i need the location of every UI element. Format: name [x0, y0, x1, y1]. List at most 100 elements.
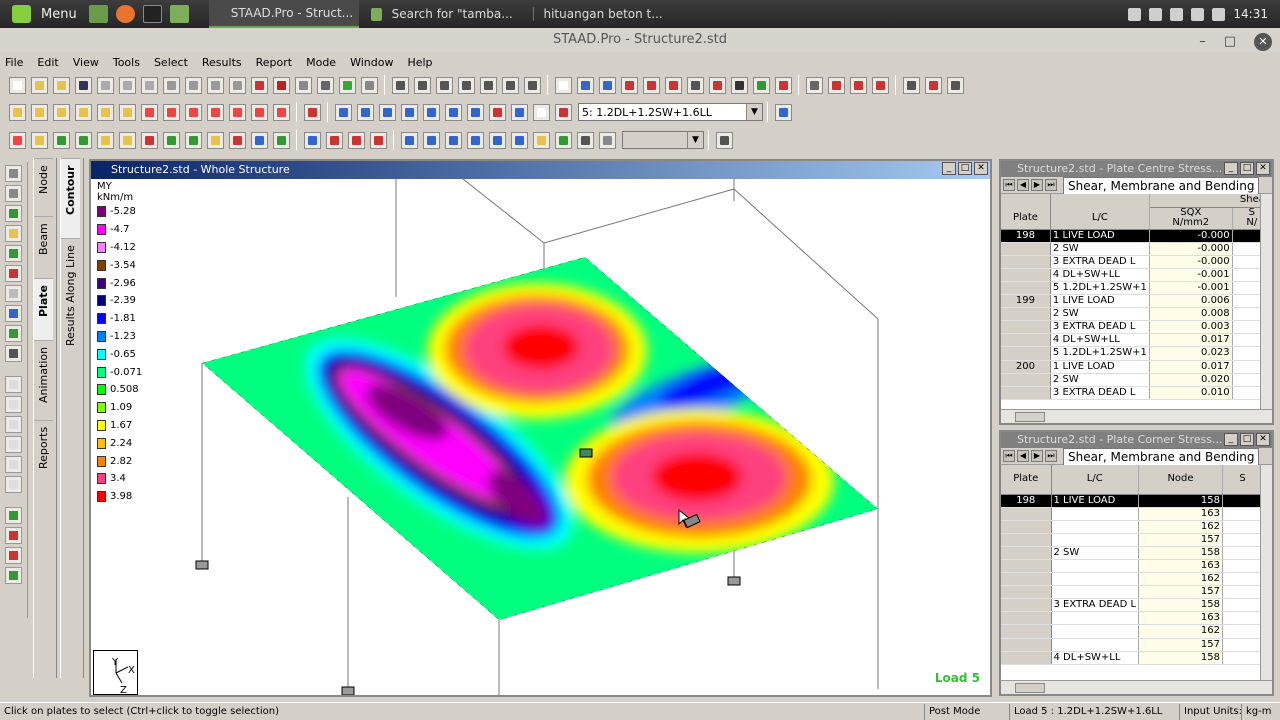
panel1-minimize-icon[interactable]: _ — [1224, 162, 1238, 175]
start-menu-button[interactable]: Menu — [0, 0, 85, 28]
cell-next[interactable] — [1222, 598, 1264, 613]
wizard-icon[interactable] — [250, 76, 268, 94]
pointer-icon[interactable] — [338, 76, 356, 94]
add-beam2-icon[interactable] — [444, 131, 462, 149]
export-icon[interactable] — [479, 76, 497, 94]
cell-val[interactable]: -0.000 — [1149, 255, 1233, 269]
show-desktop-icon[interactable] — [88, 5, 108, 23]
select-nodes-icon[interactable] — [8, 131, 26, 149]
cell-lc[interactable]: 1 LIVE LOAD — [1051, 494, 1140, 508]
panel2-vscroll[interactable] — [1260, 465, 1272, 680]
connect-icon[interactable] — [325, 131, 343, 149]
table-row[interactable]: 163 — [1001, 507, 1264, 521]
beam-loop-icon[interactable] — [554, 131, 572, 149]
cell-plate[interactable] — [1001, 281, 1051, 296]
cell-lc[interactable] — [1051, 585, 1140, 600]
cell-node[interactable]: 157 — [1138, 638, 1224, 652]
left-cursor-icon[interactable] — [5, 285, 22, 302]
cell-plate[interactable] — [1001, 346, 1051, 361]
cell-plate[interactable] — [1001, 651, 1052, 665]
left-disabled-1-icon[interactable] — [5, 376, 22, 393]
tab-animation[interactable]: Animation — [34, 340, 53, 420]
arrow-icon[interactable] — [360, 76, 378, 94]
cell-plate[interactable] — [1001, 624, 1052, 639]
save-icon[interactable] — [74, 76, 92, 94]
cell-plate[interactable] — [1001, 242, 1051, 256]
cell-node[interactable]: 158 — [1138, 494, 1224, 508]
cell-lc[interactable] — [1051, 507, 1140, 521]
prev-tab-icon[interactable]: ◀ — [1017, 179, 1029, 191]
add-plate-icon[interactable] — [466, 131, 484, 149]
cell-node[interactable]: 157 — [1138, 585, 1224, 600]
cell-lc[interactable]: 4 DL+SW+LL — [1050, 268, 1150, 282]
generate-mesh-icon[interactable] — [488, 131, 506, 149]
table-row[interactable]: 200 1 LIVE LOAD 0.017 — [1001, 360, 1273, 374]
table-icon[interactable] — [294, 76, 312, 94]
cell-node[interactable]: 162 — [1138, 572, 1224, 587]
table-row[interactable]: 5 1.2DL+1.2SW+1 -0.001 — [1001, 281, 1273, 296]
cell-next[interactable] — [1222, 559, 1264, 574]
cell-lc[interactable] — [1051, 624, 1140, 639]
cell-node[interactable]: 162 — [1138, 624, 1224, 639]
left-tool-icon[interactable] — [5, 345, 22, 362]
cell-val[interactable]: 0.023 — [1149, 346, 1233, 361]
query-icon[interactable] — [730, 76, 748, 94]
left-highlight-icon[interactable] — [5, 265, 22, 282]
rotate-left-icon[interactable] — [184, 103, 202, 121]
cell-plate[interactable] — [1001, 572, 1052, 587]
table-row[interactable]: 198 1 LIVE LOAD 158 — [1001, 494, 1264, 508]
cell-lc[interactable]: 2 SW — [1050, 373, 1150, 387]
cell-plate[interactable]: 198 — [1001, 494, 1052, 508]
cell-plate[interactable]: 200 — [1001, 360, 1051, 374]
redo-icon[interactable] — [206, 76, 224, 94]
table-row[interactable]: 4 DL+SW+LL 158 — [1001, 651, 1264, 665]
cell-val[interactable]: -0.000 — [1149, 229, 1233, 243]
cut-icon[interactable] — [118, 76, 136, 94]
support-icon[interactable] — [341, 686, 355, 695]
page-icon[interactable] — [554, 76, 572, 94]
left-select-solids-icon[interactable] — [5, 225, 22, 242]
menu-select[interactable]: Select — [154, 56, 188, 69]
col-plate[interactable]: Plate — [1001, 207, 1051, 230]
panel2-minimize-icon[interactable]: _ — [1224, 433, 1238, 446]
cell-lc[interactable] — [1051, 520, 1140, 534]
support-icon[interactable] — [727, 576, 741, 586]
panel1-tab-shear[interactable]: Shear, Membrane and Bending — [1063, 176, 1260, 194]
cell-next[interactable] — [1222, 533, 1264, 547]
report-icon[interactable] — [316, 76, 334, 94]
col-lc[interactable]: L/C — [1050, 207, 1150, 230]
volume-icon[interactable] — [1212, 7, 1226, 21]
cell-plate[interactable] — [1001, 585, 1052, 600]
menu-file[interactable]: File — [5, 56, 23, 69]
intersect-icon[interactable] — [347, 131, 365, 149]
cell-node[interactable]: 158 — [1138, 598, 1224, 613]
rotate-icon[interactable] — [805, 76, 823, 94]
cell-val[interactable]: 0.003 — [1149, 320, 1233, 335]
table-row[interactable]: 3 EXTRA DEAD L -0.000 — [1001, 255, 1273, 269]
cell-node[interactable]: 157 — [1138, 533, 1224, 547]
menu-mode[interactable]: Mode — [306, 56, 336, 69]
table-row[interactable]: 157 — [1001, 533, 1264, 547]
panel1-vscroll[interactable] — [1260, 194, 1272, 409]
grid-icon[interactable] — [686, 76, 704, 94]
panel1-maximize-icon[interactable]: □ — [1240, 162, 1254, 175]
left-disabled-4-icon[interactable] — [5, 436, 22, 453]
mirror-icon[interactable] — [849, 76, 867, 94]
cell-plate[interactable] — [1001, 307, 1051, 322]
delete-icon[interactable] — [162, 76, 180, 94]
width-icon[interactable] — [664, 76, 682, 94]
cell-node[interactable]: 163 — [1138, 507, 1224, 521]
help-book-icon[interactable] — [523, 76, 541, 94]
cell-plate[interactable] — [1001, 268, 1051, 282]
erase-icon[interactable] — [774, 76, 792, 94]
left-disabled-5-icon[interactable] — [5, 456, 22, 473]
cell-plate[interactable] — [1001, 546, 1052, 560]
cell-val[interactable]: -0.001 — [1149, 268, 1233, 282]
group-chevron-down-icon[interactable]: ▼ — [687, 132, 703, 148]
col-next[interactable]: S — [1222, 465, 1264, 495]
tab-node[interactable]: Node — [34, 158, 53, 216]
snapshot-icon[interactable] — [435, 76, 453, 94]
table-row[interactable]: 4 DL+SW+LL 0.017 — [1001, 333, 1273, 348]
view-left-icon[interactable] — [74, 103, 92, 121]
tab-contour[interactable]: Contour — [61, 158, 80, 238]
